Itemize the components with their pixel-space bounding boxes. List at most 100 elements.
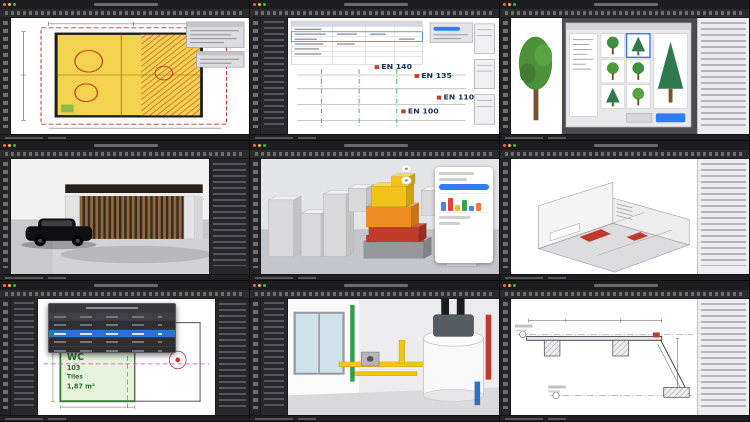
properties-panel[interactable] (215, 299, 249, 415)
zoom-button[interactable] (263, 284, 266, 287)
floating-palette[interactable] (186, 22, 244, 48)
toolbar[interactable] (500, 150, 749, 159)
tool-palette[interactable] (500, 18, 511, 134)
toolbox-panel[interactable] (261, 18, 288, 134)
titlebar[interactable] (0, 281, 249, 290)
close-button[interactable] (253, 284, 256, 287)
schedule-row[interactable] (49, 337, 175, 345)
schedule-window-title[interactable] (49, 304, 175, 312)
toolbar[interactable] (500, 290, 749, 299)
minimize-button[interactable] (508, 3, 511, 6)
zoom-button[interactable] (513, 284, 516, 287)
axon-viewport[interactable] (511, 159, 697, 274)
schedule-row[interactable] (49, 320, 175, 328)
schedule-table[interactable] (291, 21, 422, 64)
toolbar-icons[interactable] (5, 11, 244, 15)
titlebar[interactable] (250, 141, 499, 150)
drawing-canvas[interactable] (511, 18, 697, 134)
tool-palette[interactable] (250, 299, 261, 415)
titlebar[interactable] (0, 0, 249, 9)
close-button[interactable] (503, 284, 506, 287)
schedule-window[interactable] (48, 303, 176, 353)
drawing-canvas[interactable] (11, 18, 249, 134)
toolbar-icons[interactable] (255, 11, 494, 15)
toolbar-icons[interactable] (505, 292, 744, 296)
tool-icons[interactable] (253, 302, 258, 409)
titlebar[interactable] (0, 141, 249, 150)
zoom-button[interactable] (13, 144, 16, 147)
primary-action-button[interactable] (439, 184, 489, 190)
close-button[interactable] (253, 3, 256, 6)
toolbox-panel[interactable] (261, 299, 288, 415)
zoom-button[interactable] (263, 3, 266, 6)
titlebar[interactable] (250, 281, 499, 290)
project-tree-panel[interactable] (697, 159, 749, 274)
toolbar-icons[interactable] (5, 152, 244, 156)
toolbar[interactable] (250, 9, 499, 18)
titlebar[interactable] (500, 141, 749, 150)
project-tree-items[interactable] (701, 303, 746, 407)
close-button[interactable] (503, 144, 506, 147)
tool-icons[interactable] (3, 21, 8, 128)
zoom-button[interactable] (513, 3, 516, 6)
tool-icons[interactable] (3, 162, 8, 268)
toolbar-icons[interactable] (505, 11, 744, 15)
tool-palette[interactable] (250, 159, 261, 274)
floating-palette-2[interactable] (196, 51, 244, 67)
cancel-button[interactable] (627, 113, 652, 122)
toolbar-icons[interactable] (505, 152, 744, 156)
close-button[interactable] (3, 284, 6, 287)
tool-palette[interactable] (500, 299, 511, 415)
project-tree-panel[interactable] (697, 299, 749, 415)
toolbar[interactable] (250, 290, 499, 299)
tool-icons[interactable] (3, 302, 8, 409)
schedule-selected-row[interactable] (49, 329, 175, 337)
toolbox-items[interactable] (264, 21, 284, 127)
toolbar[interactable] (500, 9, 749, 18)
minimize-button[interactable] (508, 144, 511, 147)
drawing-canvas[interactable]: WC 103 Tiles 1,87 m² (38, 299, 215, 415)
library-tree-panel[interactable] (697, 18, 749, 134)
library-tree-items[interactable] (701, 22, 746, 126)
tool-icons[interactable] (253, 21, 258, 128)
close-button[interactable] (503, 3, 506, 6)
section-canvas[interactable] (511, 299, 697, 415)
render-viewport[interactable] (11, 159, 209, 274)
tool-palette[interactable] (0, 159, 11, 274)
tool-icons[interactable] (503, 21, 508, 128)
tool-icons[interactable] (253, 162, 258, 268)
close-button[interactable] (253, 144, 256, 147)
toolbar[interactable] (250, 150, 499, 159)
zoom-button[interactable] (263, 144, 266, 147)
minimize-button[interactable] (258, 284, 261, 287)
massing-viewport[interactable] (261, 159, 499, 274)
properties-items[interactable] (219, 303, 246, 407)
ok-button[interactable] (656, 113, 685, 122)
minimize-button[interactable] (8, 3, 11, 6)
project-tree-items[interactable] (701, 163, 746, 266)
titlebar[interactable] (500, 281, 749, 290)
zoom-button[interactable] (13, 284, 16, 287)
analysis-panel[interactable] (435, 167, 493, 263)
navigator-panel[interactable] (209, 159, 249, 274)
titlebar[interactable] (250, 0, 499, 9)
tool-icons[interactable] (503, 302, 508, 409)
minimize-button[interactable] (258, 144, 261, 147)
minimize-button[interactable] (258, 3, 261, 6)
mep-viewport[interactable] (288, 299, 499, 415)
minimize-button[interactable] (508, 284, 511, 287)
mini-palette[interactable] (430, 23, 472, 43)
tool-palette[interactable] (250, 18, 261, 134)
toolbox-panel[interactable] (11, 299, 38, 415)
minimize-button[interactable] (8, 144, 11, 147)
close-button[interactable] (3, 144, 6, 147)
toolbar[interactable] (0, 150, 249, 159)
tool-icons[interactable] (503, 162, 508, 268)
toolbar[interactable] (0, 290, 249, 299)
tool-palette[interactable] (0, 18, 11, 134)
close-button[interactable] (3, 3, 6, 6)
drawing-canvas[interactable]: EN 140 EN 135 EN 110 EN 100 (288, 18, 499, 134)
toolbox-items[interactable] (14, 302, 34, 408)
zoom-button[interactable] (13, 3, 16, 6)
toolbox-items[interactable] (264, 302, 284, 408)
